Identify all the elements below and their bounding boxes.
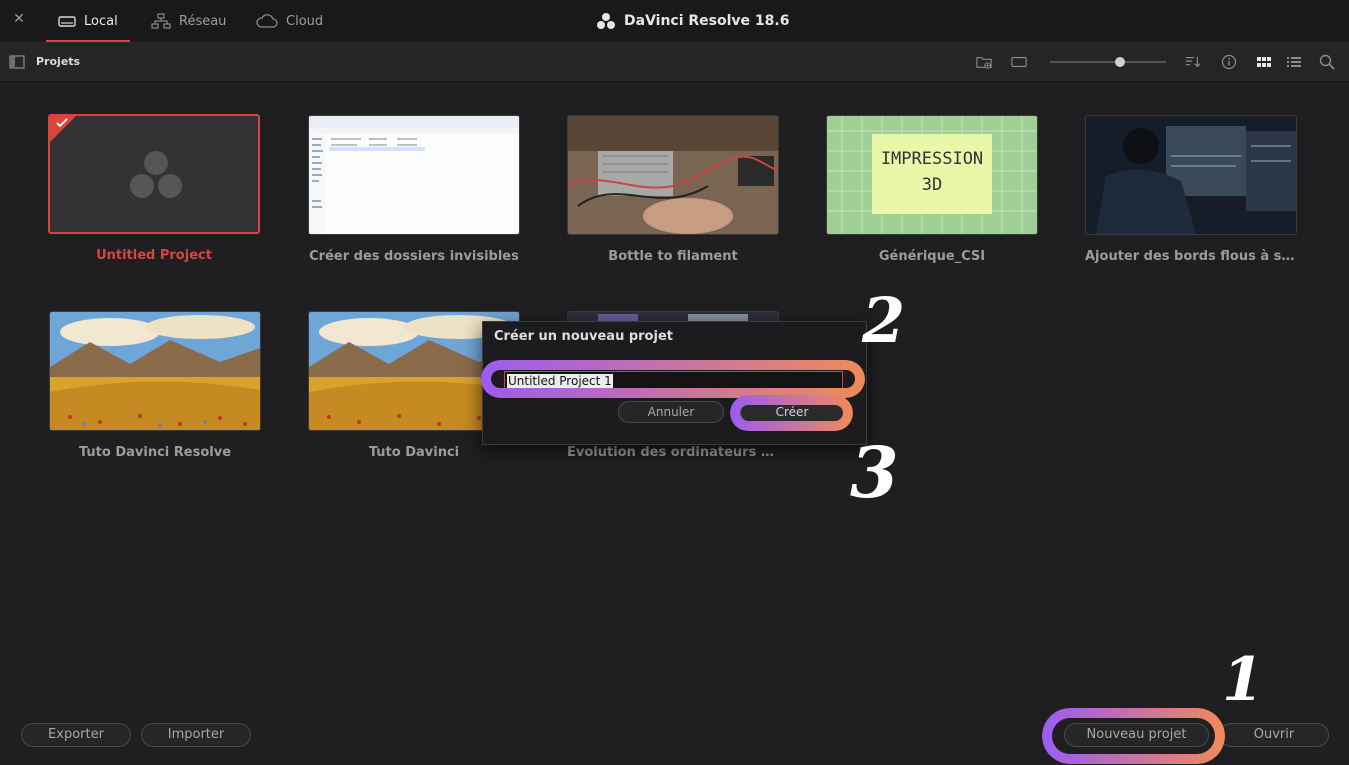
slider-handle[interactable] bbox=[1114, 57, 1125, 67]
davinci-logo-icon bbox=[130, 151, 182, 198]
project-name: Bottle to filament bbox=[608, 249, 738, 264]
page-title: Projets bbox=[36, 55, 81, 68]
tab-cloud[interactable]: Cloud bbox=[256, 0, 323, 42]
annotation-number-1: 1 bbox=[1222, 645, 1264, 715]
thumb-text-line: IMPRESSION bbox=[880, 149, 984, 169]
project-name: Évolution des ordinateurs - Short bbox=[567, 445, 779, 460]
new-project-button[interactable]: Nouveau projet bbox=[1064, 723, 1209, 747]
app-title-text: DaVinci Resolve 18.6 bbox=[624, 13, 790, 29]
new-folder-icon[interactable] bbox=[976, 54, 992, 70]
dialog-title: Créer un nouveau projet bbox=[494, 329, 673, 344]
project-name: Tuto Davinci bbox=[368, 445, 460, 460]
annotation-number-2: 2 bbox=[862, 284, 906, 357]
sort-icon[interactable] bbox=[1185, 54, 1201, 70]
panel-icon[interactable] bbox=[1011, 54, 1027, 70]
project-name-input[interactable]: Untitled Project 1 bbox=[504, 371, 843, 389]
project-thumbnail bbox=[1085, 115, 1297, 235]
grid-view-icon[interactable] bbox=[1256, 54, 1272, 70]
project-name: Tuto Davinci Resolve bbox=[78, 445, 232, 460]
landscape-thumbnail bbox=[50, 312, 260, 430]
thumbnail-size-slider[interactable] bbox=[1050, 61, 1166, 63]
project-name: Créer des dossiers invisibles bbox=[309, 249, 519, 264]
app-title: DaVinci Resolve 18.6 bbox=[596, 0, 789, 42]
tab-network[interactable]: Réseau bbox=[151, 0, 226, 42]
close-icon[interactable]: ✕ bbox=[12, 12, 26, 26]
new-project-dialog: Créer un nouveau projet Untitled Project… bbox=[482, 321, 867, 445]
input-value: Untitled Project 1 bbox=[507, 374, 613, 388]
tab-label: Local bbox=[84, 13, 118, 29]
project-name: Untitled Project bbox=[96, 248, 212, 263]
electronics-photo-thumbnail bbox=[568, 116, 778, 234]
import-button[interactable]: Importer bbox=[141, 723, 251, 747]
sidebar-toggle-icon[interactable] bbox=[9, 54, 25, 70]
davinci-logo-icon bbox=[597, 13, 615, 29]
project-card[interactable]: Bottle to filament bbox=[567, 115, 779, 264]
project-card[interactable]: Tuto Davinci Resolve bbox=[49, 311, 261, 460]
project-thumbnail bbox=[308, 115, 520, 235]
network-icon bbox=[151, 13, 171, 29]
active-tab-indicator bbox=[46, 40, 130, 42]
project-thumbnail bbox=[49, 311, 261, 431]
checkmark-icon bbox=[56, 118, 68, 128]
cloud-icon bbox=[256, 14, 278, 28]
project-card[interactable]: Untitled Project bbox=[48, 114, 260, 263]
drive-icon bbox=[58, 16, 76, 27]
explorer-window-thumbnail bbox=[309, 116, 519, 234]
tab-local[interactable]: Local bbox=[46, 0, 130, 42]
thumb-text-line: 3D bbox=[921, 175, 943, 195]
project-thumbnail bbox=[567, 115, 779, 235]
desk-photo-thumbnail bbox=[1086, 116, 1296, 234]
title-bar: ✕ Local Réseau Cloud DaVinci Resolve 18.… bbox=[0, 0, 1349, 43]
project-name: Générique_CSI bbox=[878, 249, 986, 264]
tab-label: Cloud bbox=[286, 13, 324, 29]
thumb-text: IMPRESSION 3D bbox=[872, 146, 992, 198]
project-card[interactable]: IMPRESSION 3D Générique_CSI bbox=[826, 115, 1038, 264]
project-card[interactable]: Ajouter des bords flous à sa vid... bbox=[1085, 115, 1297, 264]
search-icon[interactable] bbox=[1319, 54, 1335, 70]
project-name: Ajouter des bords flous à sa vid... bbox=[1085, 249, 1297, 264]
info-icon[interactable] bbox=[1221, 54, 1237, 70]
cancel-button[interactable]: Annuler bbox=[618, 401, 724, 423]
project-thumbnail: IMPRESSION 3D bbox=[826, 115, 1038, 235]
project-card[interactable]: Créer des dossiers invisibles bbox=[308, 115, 520, 264]
export-button[interactable]: Exporter bbox=[21, 723, 131, 747]
tab-label: Réseau bbox=[179, 13, 227, 29]
create-button[interactable]: Créer bbox=[740, 401, 844, 423]
project-thumbnail bbox=[48, 114, 260, 234]
list-view-icon[interactable] bbox=[1286, 54, 1302, 70]
open-button[interactable]: Ouvrir bbox=[1219, 723, 1329, 747]
annotation-number-3: 3 bbox=[850, 431, 899, 514]
